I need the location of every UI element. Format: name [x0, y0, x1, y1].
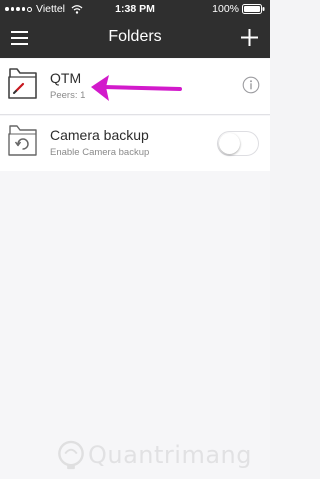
- camera-backup-toggle[interactable]: [217, 131, 259, 156]
- screen: Viettel 1:38 PM 100% Folders QTM Peers: …: [0, 0, 270, 479]
- folder-with-sync-icon: [8, 125, 37, 156]
- divider: [0, 114, 270, 115]
- watermark-text: Quantrimang: [88, 441, 252, 469]
- folder-name: QTM: [50, 70, 82, 86]
- status-bar: Viettel 1:38 PM 100%: [0, 0, 270, 18]
- folder-with-pencil-icon: [8, 68, 37, 99]
- folder-name: Camera backup: [50, 127, 149, 143]
- battery-full-icon: [242, 4, 265, 14]
- pointer-arrow-icon: [91, 75, 182, 101]
- lightbulb-icon: [58, 440, 84, 470]
- nav-bar: Folders: [0, 18, 270, 58]
- toggle-knob: [219, 133, 240, 154]
- page-title: Folders: [108, 28, 162, 45]
- folder-row-qtm[interactable]: QTM Peers: 1: [0, 59, 270, 114]
- plus-icon[interactable]: [237, 25, 262, 50]
- folder-row-camera-backup[interactable]: Camera backup Enable Camera backup: [0, 116, 270, 171]
- folder-status: Peers: 1: [50, 90, 86, 101]
- info-icon[interactable]: [242, 76, 260, 94]
- battery-percent: 100%: [212, 3, 239, 15]
- watermark: Quantrimang: [56, 438, 261, 473]
- folder-status: Enable Camera backup: [50, 147, 150, 158]
